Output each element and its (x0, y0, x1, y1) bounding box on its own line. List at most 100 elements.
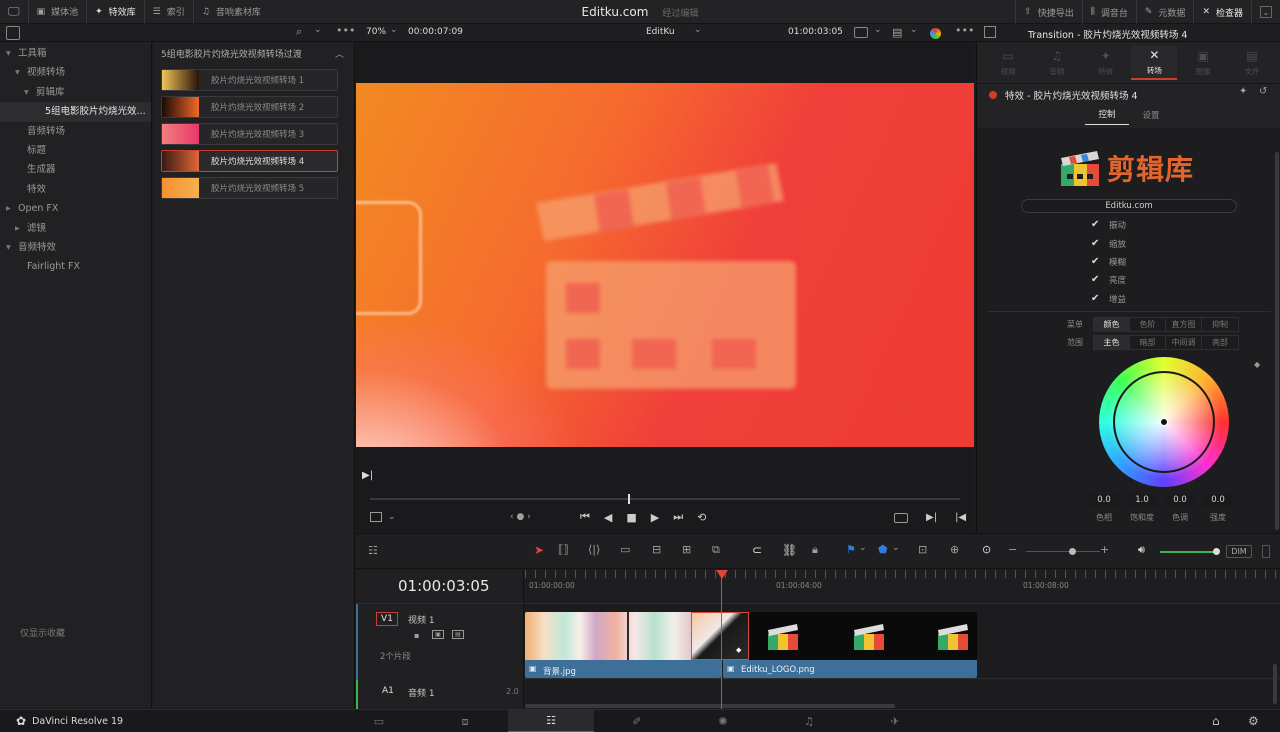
tree-item[interactable]: 标题 (0, 141, 151, 160)
next-edit-icon[interactable]: ▶| (926, 512, 937, 523)
skip-to-start-icon[interactable]: ⏮ (580, 510, 590, 524)
v1-track-label[interactable]: V1 (376, 612, 398, 626)
zoom-full-icon[interactable]: ⊡ (918, 543, 927, 556)
tree-item[interactable]: 生成器 (0, 160, 151, 179)
dim-button[interactable]: DIM (1226, 545, 1252, 558)
magic-wand-icon[interactable]: ✦ (1239, 86, 1247, 97)
workspace-toggle-button[interactable]: 🖵 (0, 0, 29, 24)
segment-option[interactable]: 直方图 (1166, 318, 1202, 331)
fusion-page-icon[interactable]: ✐ (594, 710, 680, 732)
snapping-icon[interactable]: ⊂ (752, 543, 762, 557)
speaker-icon[interactable]: 🔊︎ (1138, 543, 1145, 557)
chevron-up-icon[interactable]: ︿ (335, 47, 344, 60)
inspector-tab-file[interactable]: ▤ 文件 (1229, 46, 1275, 80)
tree-item[interactable]: ▾ 视频转场 (0, 63, 151, 82)
skip-to-end-icon[interactable]: ⏭ (673, 510, 683, 524)
gear-icon[interactable]: ⚙ (1248, 714, 1259, 728)
checkmark-icon[interactable]: ✔ (1091, 275, 1101, 285)
a1-track-label[interactable]: A1 (382, 686, 394, 696)
deliver-page-icon[interactable]: ✈ (852, 710, 938, 732)
replace-clip-icon[interactable]: ⧉ (712, 543, 720, 557)
timeline-clip[interactable]: ▣ Editku_LOGO.png (723, 612, 977, 678)
stop-icon[interactable]: ■ (626, 511, 636, 524)
chevron-down-icon[interactable]: ⌄ (390, 25, 398, 35)
zoom-slider[interactable] (1026, 551, 1100, 552)
match-frame-icon[interactable] (894, 512, 908, 523)
chevron-down-icon[interactable]: ⌄ (314, 25, 322, 35)
site-button[interactable]: Editku.com (1021, 199, 1237, 213)
reset-icon[interactable]: ↺ (1259, 86, 1267, 97)
inspector-tab-image[interactable]: ▣ 图像 (1180, 46, 1226, 80)
transition-list-item[interactable]: 胶片灼烧光效视频转场 2 (161, 96, 338, 118)
index-button[interactable]: ☰ 索引 (145, 0, 194, 24)
subtab-settings[interactable]: 设置 (1129, 109, 1173, 125)
zoom-level[interactable]: 70% (366, 27, 386, 37)
check-option[interactable]: ✔ 增益 (1091, 290, 1126, 308)
keyframe-icon[interactable]: ◆ (1254, 360, 1260, 369)
checkmark-icon[interactable]: ✔ (1091, 220, 1101, 230)
chevron-down-icon[interactable]: ⌄ (892, 543, 900, 553)
check-option[interactable]: ✔ 缩放 (1091, 234, 1126, 252)
metadata-button[interactable]: ✎ 元数据 (1137, 0, 1195, 24)
chevron-down-icon[interactable]: ⌄ (388, 512, 396, 522)
color-value-field[interactable]: 1.0 (1127, 494, 1157, 507)
project-name-dropdown[interactable]: EditKu (646, 27, 675, 37)
search-icon[interactable]: ⌕ (296, 25, 302, 39)
effects-library-button[interactable]: ✦ 特效库 (87, 0, 145, 24)
transition-list-item[interactable]: 胶片灼烧光效视频转场 4 (161, 150, 338, 172)
inspector-tab-video[interactable]: ▭ 视频 (985, 46, 1031, 80)
lock-icon[interactable]: 🔒︎ (812, 543, 818, 557)
media-page-icon[interactable]: ▭ (336, 710, 422, 732)
color-value-field[interactable]: 0.0 (1165, 494, 1195, 507)
more-options-icon[interactable]: ••• (955, 24, 974, 37)
inspector-button[interactable]: ✕ 检查器 (1194, 0, 1252, 24)
trim-tool-icon[interactable]: ⟦⟧ (558, 543, 569, 556)
check-option[interactable]: ✔ 亮度 (1091, 271, 1126, 289)
color-wheel-handle[interactable] (1160, 418, 1168, 426)
chevron-down-icon[interactable]: ⌄ (859, 543, 867, 553)
color-wheel[interactable] (1099, 357, 1229, 487)
audio-meter-icon[interactable] (1262, 545, 1270, 558)
play-icon[interactable]: ▶ (651, 511, 659, 524)
tree-item[interactable]: ▸ 滤镜 (0, 219, 151, 238)
jog-wheel-icon[interactable]: ‹ ● › (510, 512, 531, 522)
timeline-view-options-icon[interactable]: ☷ (368, 544, 378, 557)
cut-page-icon[interactable]: ⧈ (422, 710, 508, 732)
inspector-tab-effects[interactable]: ✦ 特效 (1083, 46, 1129, 80)
color-value-field[interactable]: 0.0 (1089, 494, 1119, 507)
viewer-mode-icon[interactable] (854, 27, 868, 38)
dynamic-trim-icon[interactable]: ⟨|⟩ (588, 543, 600, 556)
media-pool-button[interactable]: ▣ 媒体池 (29, 0, 88, 24)
zoom-out-icon[interactable]: − (1008, 543, 1017, 556)
tree-item[interactable]: ▾ 剪辑库 (0, 83, 151, 102)
timeline-vertical-scrollbar[interactable] (1273, 664, 1277, 704)
enable-toggle-icon[interactable] (989, 91, 997, 99)
zoom-detail-icon[interactable]: ⊕ (950, 543, 959, 556)
segment-option[interactable]: 亮部 (1202, 336, 1238, 349)
flag-icon[interactable]: ⚑ (846, 543, 856, 556)
subtab-controls[interactable]: 控制 (1085, 108, 1129, 125)
chevron-down-icon[interactable]: ⌄ (874, 25, 882, 35)
playhead-line[interactable] (721, 570, 722, 709)
transition-list-item[interactable]: 胶片灼烧光效视频转场 5 (161, 177, 338, 199)
collapse-button[interactable]: ⌄ (1252, 0, 1280, 24)
scrubber-bar[interactable] (370, 498, 960, 500)
segment-option[interactable]: 颜色 (1094, 318, 1130, 331)
zoom-in-icon[interactable]: + (1100, 543, 1109, 556)
tree-item[interactable]: ▸ Open FX (0, 199, 151, 218)
checkmark-icon[interactable]: ✔ (1091, 238, 1101, 249)
color-page-icon[interactable]: ✺ (680, 710, 766, 732)
transition-clip[interactable]: ◆ (691, 612, 749, 660)
transition-list-item[interactable]: 胶片灼烧光效视频转场 3 (161, 123, 338, 145)
transition-list-item[interactable]: 胶片灼烧光效视频转场 1 (161, 69, 338, 91)
more-options-icon[interactable]: ••• (336, 24, 355, 37)
auto-select-icon[interactable]: ▣ (432, 630, 444, 639)
zoom-slider-handle[interactable] (1069, 548, 1076, 555)
overwrite-clip-icon[interactable]: ⊞ (682, 543, 691, 556)
link-icon[interactable]: ⛓ (782, 543, 797, 557)
quick-export-button[interactable]: ⇪ 快捷导出 (1015, 0, 1083, 24)
segment-option[interactable]: 暗部 (1130, 336, 1166, 349)
blade-tool-icon[interactable]: ▭ (620, 543, 630, 556)
inspector-tab-audio[interactable]: ♫ 音频 (1034, 46, 1080, 80)
segment-option[interactable]: 主色 (1094, 336, 1130, 349)
